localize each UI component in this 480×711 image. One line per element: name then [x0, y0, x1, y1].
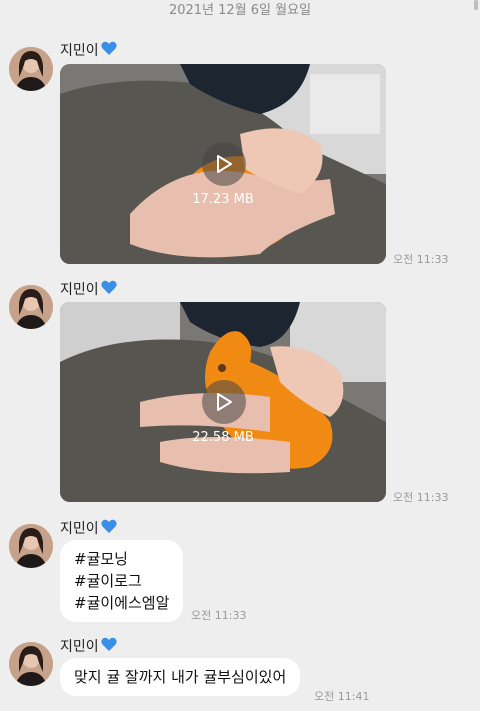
message-bubble[interactable]: #귤모닝 #귤이로그 #귤이에스엠알: [60, 540, 184, 622]
play-button[interactable]: [202, 380, 246, 424]
sender-label: 지민이: [60, 639, 99, 655]
message-line: #귤모닝: [74, 550, 128, 568]
sender-name: 지민이: [60, 518, 117, 538]
sender-label: 지민이: [60, 282, 99, 298]
video-size: 22.58 MB: [192, 430, 254, 445]
blue-heart-icon: [101, 280, 117, 299]
video-thumbnail[interactable]: 22.58 MB: [60, 302, 386, 502]
message-line: #귤이로그: [74, 572, 142, 590]
date-divider: 2021년 12월 6일 월요일: [168, 3, 312, 18]
sender-name: 지민이: [60, 40, 117, 60]
blue-heart-icon: [101, 41, 117, 60]
play-icon: [217, 155, 232, 173]
video-thumbnail[interactable]: 17.23 MB: [60, 64, 386, 264]
message-line: 맞지 귤 잘까지 내가 귤부심이있어: [74, 668, 287, 686]
play-icon: [217, 393, 232, 411]
message-time: 오전 11:33: [191, 609, 247, 622]
sender-label: 지민이: [60, 43, 99, 59]
blue-heart-icon: [101, 637, 117, 656]
avatar[interactable]: [9, 47, 53, 91]
scrollbar[interactable]: [474, 0, 478, 10]
sender-label: 지민이: [60, 521, 99, 537]
message-time: 오전 11:33: [393, 491, 449, 504]
play-button[interactable]: [202, 142, 246, 186]
sender-name: 지민이: [60, 636, 117, 656]
video-size: 17.23 MB: [192, 192, 254, 207]
message-bubble[interactable]: 맞지 귤 잘까지 내가 귤부심이있어: [60, 658, 301, 696]
avatar[interactable]: [9, 285, 53, 329]
sender-name: 지민이: [60, 279, 117, 299]
message-line: #귤이에스엠알: [74, 594, 170, 612]
avatar[interactable]: [9, 642, 53, 686]
message-time: 오전 11:33: [393, 253, 449, 266]
blue-heart-icon: [101, 519, 117, 538]
avatar[interactable]: [9, 524, 53, 568]
message-time: 오전 11:41: [314, 690, 370, 703]
